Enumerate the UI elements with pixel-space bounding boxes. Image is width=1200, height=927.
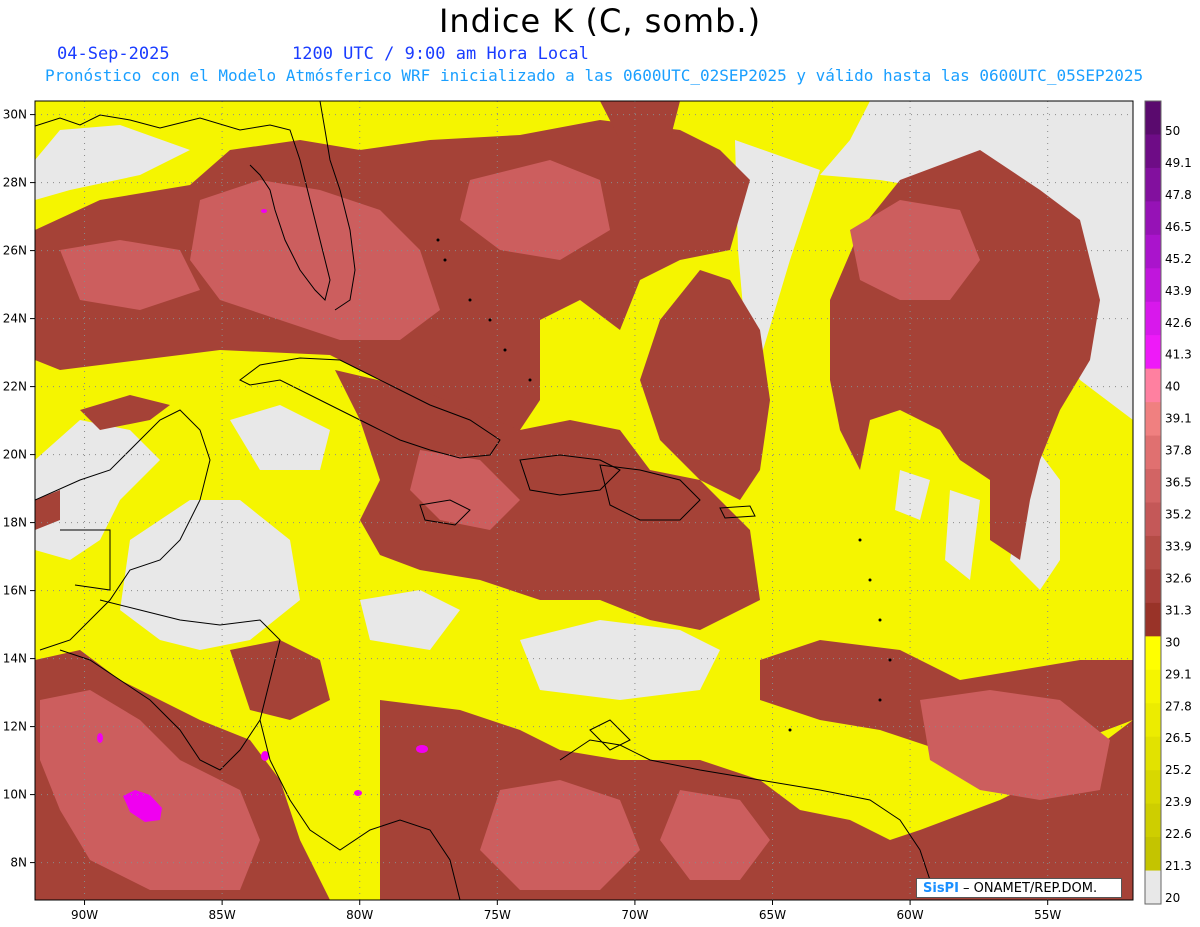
colorbar-label: 23.9 bbox=[1165, 795, 1192, 809]
colorbar-label: 40 bbox=[1165, 380, 1180, 394]
colorbar-swatch bbox=[1145, 301, 1161, 336]
colorbar-label: 27.8 bbox=[1165, 699, 1192, 713]
lon-tick-label: 85W bbox=[209, 908, 236, 922]
colorbar-swatch bbox=[1145, 703, 1161, 738]
colorbar-swatch bbox=[1145, 435, 1161, 470]
colorbar-label: 22.6 bbox=[1165, 827, 1192, 841]
colorbar-label: 31.3 bbox=[1165, 603, 1192, 617]
lat-tick-label: 12N bbox=[3, 720, 27, 734]
credit-org: – ONAMET/REP.DOM. bbox=[958, 881, 1098, 896]
colorbar-label: 36.5 bbox=[1165, 476, 1192, 490]
lat-tick-label: 14N bbox=[3, 652, 27, 666]
lat-tick-label: 26N bbox=[3, 244, 27, 258]
colorbar-swatch bbox=[1145, 669, 1161, 704]
colorbar-label: 47.8 bbox=[1165, 188, 1192, 202]
colorbar-label: 42.6 bbox=[1165, 316, 1192, 330]
colorbar-swatch bbox=[1145, 167, 1161, 202]
colorbar-swatch bbox=[1145, 803, 1161, 838]
colorbar-swatch bbox=[1145, 234, 1161, 269]
lon-tick-label: 60W bbox=[897, 908, 924, 922]
latitude-axis: 30N 28N 26N 24N 22N 20N 18N 16N 14N 12N 10N 8N bbox=[3, 108, 35, 870]
colorbar-label: 46.5 bbox=[1165, 220, 1192, 234]
lat-tick-label: 30N bbox=[3, 108, 27, 122]
colorbar-label: 25.2 bbox=[1165, 763, 1192, 777]
colorbar-swatch bbox=[1145, 368, 1161, 403]
colorbar-label: 21.3 bbox=[1165, 859, 1192, 873]
colorbar-swatch bbox=[1145, 335, 1161, 370]
colorbar-label: 26.5 bbox=[1165, 731, 1192, 745]
colorbar-label: 35.2 bbox=[1165, 508, 1192, 522]
colorbar-swatch bbox=[1145, 736, 1161, 771]
lon-tick-label: 55W bbox=[1034, 908, 1061, 922]
colorbar-label: 20 bbox=[1165, 891, 1180, 905]
colorbar-swatch bbox=[1145, 870, 1161, 905]
colorbar-swatch bbox=[1145, 636, 1161, 671]
credit-label: SisPI – ONAMET/REP.DOM. bbox=[916, 878, 1122, 898]
colorbar-label: 32.6 bbox=[1165, 571, 1192, 585]
colorbar-swatch bbox=[1145, 402, 1161, 437]
lat-tick-label: 8N bbox=[10, 856, 27, 870]
colorbar-label: 30 bbox=[1165, 635, 1180, 649]
credit-brand: SisPI bbox=[923, 881, 959, 896]
colorbar-swatch bbox=[1145, 201, 1161, 236]
colorbar-label: 39.1 bbox=[1165, 412, 1192, 426]
colorbar-swatch bbox=[1145, 268, 1161, 303]
colorbar-label: 29.1 bbox=[1165, 667, 1192, 681]
forecast-map: 90W 85W 80W 75W 70W 65W 60W 55W 30N 28N 26N 24N 22N… bbox=[3, 100, 1192, 922]
colorbar-swatch bbox=[1145, 134, 1161, 169]
lat-tick-label: 24N bbox=[3, 312, 27, 326]
colorbar-swatch bbox=[1145, 770, 1161, 805]
colorbar-swatch bbox=[1145, 569, 1161, 604]
colorbar-swatch bbox=[1145, 502, 1161, 537]
longitude-axis: 90W 85W 80W 75W 70W 65W 60W 55W bbox=[71, 900, 1061, 922]
colorbar-label: 41.3 bbox=[1165, 348, 1192, 362]
colorbar-swatch bbox=[1145, 535, 1161, 570]
colorbar-swatch bbox=[1145, 602, 1161, 637]
lon-tick-label: 70W bbox=[621, 908, 648, 922]
lat-tick-label: 16N bbox=[3, 584, 27, 598]
colorbar-swatch bbox=[1145, 837, 1161, 872]
lon-tick-label: 75W bbox=[484, 908, 511, 922]
lat-tick-label: 18N bbox=[3, 516, 27, 530]
colorbar-label: 49.1 bbox=[1165, 156, 1192, 170]
colorbar-legend: 50 49.1 47.8 46.5 45.2 43.9 42.6 41.3 40 39.1 37.8… bbox=[1144, 100, 1192, 905]
lat-tick-label: 28N bbox=[3, 176, 27, 190]
lon-tick-label: 90W bbox=[71, 908, 98, 922]
colorbar-label: 45.2 bbox=[1165, 252, 1192, 266]
k-index-field bbox=[35, 101, 1133, 900]
colorbar-label: 33.9 bbox=[1165, 539, 1192, 553]
lat-tick-label: 10N bbox=[3, 788, 27, 802]
lon-tick-label: 80W bbox=[346, 908, 373, 922]
lat-tick-label: 22N bbox=[3, 380, 27, 394]
colorbar-swatch bbox=[1145, 469, 1161, 503]
lon-tick-label: 65W bbox=[759, 908, 786, 922]
lat-tick-label: 20N bbox=[3, 448, 27, 462]
colorbar-label: 43.9 bbox=[1165, 284, 1192, 298]
colorbar-label: 37.8 bbox=[1165, 444, 1192, 458]
colorbar-swatch bbox=[1145, 101, 1161, 135]
colorbar-label: 50 bbox=[1165, 124, 1180, 138]
